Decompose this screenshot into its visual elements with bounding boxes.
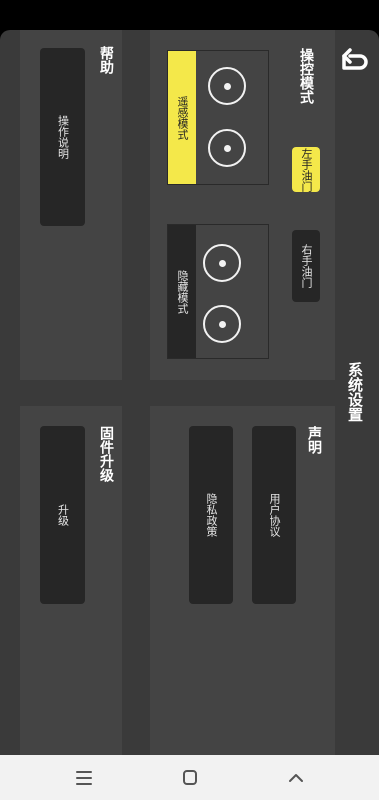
navigation-bar xyxy=(0,755,379,800)
back-arrow-icon xyxy=(342,48,368,70)
somatosensory-mode-label: 遥感模式 xyxy=(168,51,196,184)
chevron-up-icon xyxy=(289,774,303,782)
page-title: 系统设置 xyxy=(346,362,364,422)
menu-button[interactable] xyxy=(70,766,98,790)
firmware-panel: 固件升级 升级 xyxy=(20,406,122,755)
left-joystick-icon xyxy=(208,67,246,105)
status-bar xyxy=(0,0,379,30)
right-throttle-button[interactable]: 右手油门 xyxy=(292,230,320,302)
manual-button[interactable]: 操作说明 xyxy=(40,48,85,226)
right-joystick-icon xyxy=(203,305,241,343)
help-title: 帮助 xyxy=(98,46,114,74)
menu-icon xyxy=(76,771,92,785)
back-nav-button[interactable] xyxy=(282,766,310,790)
help-panel: 帮助 操作说明 xyxy=(20,30,122,380)
hidden-mode-option[interactable]: 隐藏模式 xyxy=(167,224,269,359)
user-agreement-button[interactable]: 用户协议 xyxy=(252,426,296,604)
control-mode-title: 操控模式 xyxy=(298,48,314,104)
upgrade-button[interactable]: 升级 xyxy=(40,426,85,604)
privacy-policy-button[interactable]: 隐私政策 xyxy=(189,426,233,604)
firmware-title: 固件升级 xyxy=(98,426,114,482)
left-throttle-button[interactable]: 左手油门 xyxy=(292,147,320,192)
left-joystick-icon xyxy=(203,244,241,282)
settings-screen: 系统设置 操控模式 左手油门 右手油门 遥感模式 隐藏模式 帮助 操作说明 声明… xyxy=(0,30,379,755)
home-square-icon xyxy=(183,770,197,785)
hidden-mode-label: 隐藏模式 xyxy=(168,225,196,358)
control-mode-panel: 操控模式 左手油门 右手油门 遥感模式 隐藏模式 xyxy=(150,30,335,380)
statement-title: 声明 xyxy=(306,426,322,454)
somatosensory-mode-option[interactable]: 遥感模式 xyxy=(167,50,269,185)
right-joystick-icon xyxy=(208,129,246,167)
statement-panel: 声明 用户协议 隐私政策 xyxy=(150,406,335,755)
back-button[interactable] xyxy=(338,48,370,76)
home-button[interactable] xyxy=(176,766,204,790)
